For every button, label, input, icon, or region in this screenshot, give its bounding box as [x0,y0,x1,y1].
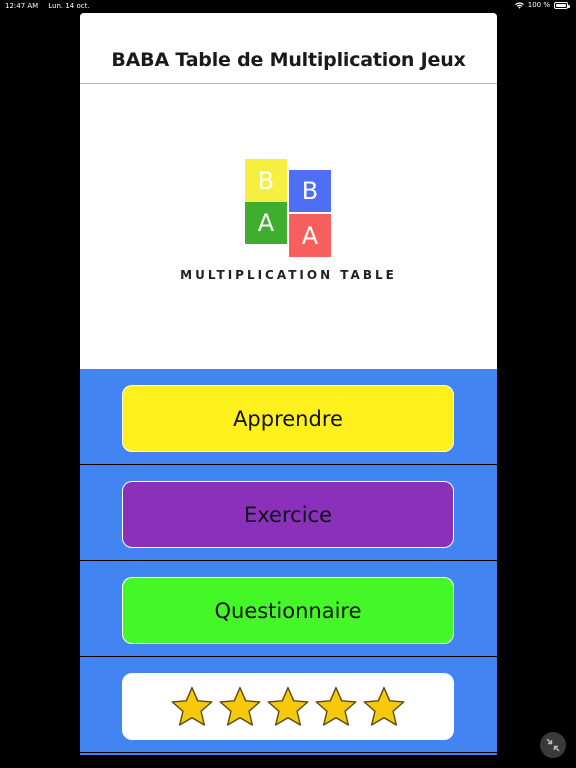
menu-row-questionnaire: Questionnaire [80,561,497,657]
logo-area: B B A A MULTIPLICATION TABLE [80,85,497,369]
logo-block-b-blue: B [289,170,331,212]
questionnaire-button[interactable]: Questionnaire [122,577,454,644]
logo-block-b-yellow: B [245,159,287,202]
navigation-bar: BABA Table de Multiplication Jeux [80,13,497,84]
star-icon[interactable] [218,685,262,729]
status-time: 12:47 AM [5,2,39,10]
status-date: Lun. 14 oct. [48,2,90,10]
baba-logo: B B A A [245,159,331,257]
status-right: 100 % [514,1,570,9]
main-menu: Apprendre Exercice Questionnaire [80,369,497,755]
star-icon[interactable] [362,685,406,729]
status-left: 12:47 AM Lun. 14 oct. [5,2,90,10]
battery-percentage: 100 % [527,1,550,9]
menu-row-apprendre: Apprendre [80,369,497,465]
star-icon[interactable] [314,685,358,729]
page-title: BABA Table de Multiplication Jeux [111,49,466,71]
app-window: BABA Table de Multiplication Jeux B B A … [80,13,497,755]
battery-icon [554,1,570,9]
menu-row-rating [80,657,497,753]
logo-block-a-green: A [245,202,287,244]
exercice-button[interactable]: Exercice [122,481,454,548]
star-icon[interactable] [266,685,310,729]
collapse-arrows-icon[interactable] [539,731,567,759]
star-icon[interactable] [170,685,214,729]
status-bar: 12:47 AM Lun. 14 oct. 100 % [0,0,576,12]
logo-caption: MULTIPLICATION TABLE [180,268,397,282]
apprendre-button[interactable]: Apprendre [122,385,454,452]
wifi-icon [514,1,524,9]
rate-app-button[interactable] [122,673,454,740]
logo-block-a-red: A [289,214,331,257]
menu-row-exercice: Exercice [80,465,497,561]
